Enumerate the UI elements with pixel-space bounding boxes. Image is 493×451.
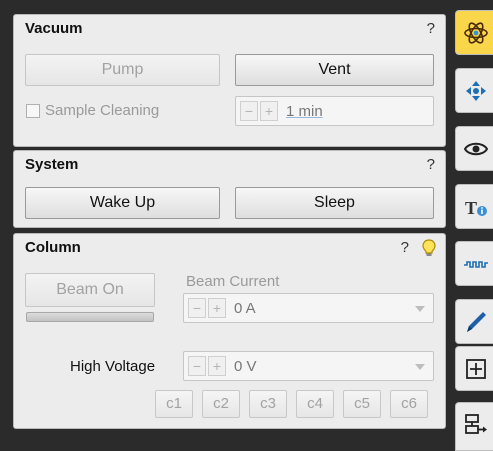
high-voltage-increment-button[interactable]: + — [208, 356, 226, 376]
preset-c2-button[interactable]: c2 — [202, 390, 240, 418]
toolbar-text-info-button[interactable]: T — [455, 184, 493, 229]
toolbar-waveform-button[interactable] — [455, 241, 493, 286]
wake-up-button[interactable]: Wake Up — [25, 187, 220, 219]
preset-c4-button[interactable]: c4 — [296, 390, 334, 418]
cleaning-time-decrement-button[interactable]: − — [240, 101, 258, 121]
toolbar-view-button[interactable] — [455, 126, 493, 171]
pump-button[interactable]: Pump — [25, 54, 220, 86]
vacuum-help-icon[interactable]: ? — [427, 20, 435, 37]
beam-current-dropdown-icon[interactable] — [415, 306, 425, 312]
svg-text:T: T — [465, 198, 477, 218]
cleaning-time-increment-button[interactable]: + — [260, 101, 278, 121]
high-voltage-dropdown-icon[interactable] — [415, 364, 425, 370]
system-help-icon[interactable]: ? — [427, 156, 435, 173]
beam-on-indicator — [26, 312, 154, 322]
column-help-icon[interactable]: ? — [401, 239, 409, 256]
cleaning-time-value[interactable]: 1 min — [286, 103, 323, 120]
move-arrows-icon — [466, 81, 486, 101]
beam-current-increment-button[interactable]: + — [208, 298, 226, 318]
system-title: System — [25, 156, 79, 173]
beam-on-button[interactable]: Beam On — [25, 273, 155, 307]
waveform-icon — [464, 261, 488, 268]
high-voltage-label: High Voltage — [70, 358, 156, 375]
toolbar-move-button[interactable] — [455, 68, 493, 113]
atom-icon — [464, 22, 488, 44]
vacuum-title: Vacuum — [25, 20, 83, 37]
eye-icon — [463, 142, 489, 156]
toolbar-pen-button[interactable] — [455, 299, 493, 344]
high-voltage-value[interactable]: 0 V — [234, 358, 257, 375]
flow-export-icon — [465, 414, 487, 434]
beam-current-spinner[interactable]: − + 0 A — [183, 293, 434, 323]
sleep-button[interactable]: Sleep — [235, 187, 434, 219]
sample-cleaning-label: Sample Cleaning — [45, 102, 160, 119]
text-info-icon: T — [465, 198, 487, 218]
preset-c6-button[interactable]: c6 — [390, 390, 428, 418]
vent-button[interactable]: Vent — [235, 54, 434, 86]
lightbulb-icon[interactable] — [421, 238, 437, 258]
column-title: Column — [25, 239, 81, 256]
beam-current-label: Beam Current — [186, 273, 280, 290]
cleaning-time-spinner[interactable]: − + 1 min — [235, 96, 434, 126]
toolbar-flow-button[interactable] — [455, 402, 493, 451]
preset-c3-button[interactable]: c3 — [249, 390, 287, 418]
crosshair-box-icon — [466, 359, 486, 379]
high-voltage-spinner[interactable]: − + 0 V — [183, 351, 434, 381]
beam-current-decrement-button[interactable]: − — [188, 298, 206, 318]
toolbar-crosshair-button[interactable] — [455, 346, 493, 391]
pen-icon — [467, 312, 486, 332]
preset-c5-button[interactable]: c5 — [343, 390, 381, 418]
preset-c1-button[interactable]: c1 — [155, 390, 193, 418]
high-voltage-decrement-button[interactable]: − — [188, 356, 206, 376]
beam-current-value[interactable]: 0 A — [234, 300, 256, 317]
toolbar-atom-button[interactable] — [455, 10, 493, 55]
sample-cleaning-checkbox[interactable] — [26, 104, 40, 118]
